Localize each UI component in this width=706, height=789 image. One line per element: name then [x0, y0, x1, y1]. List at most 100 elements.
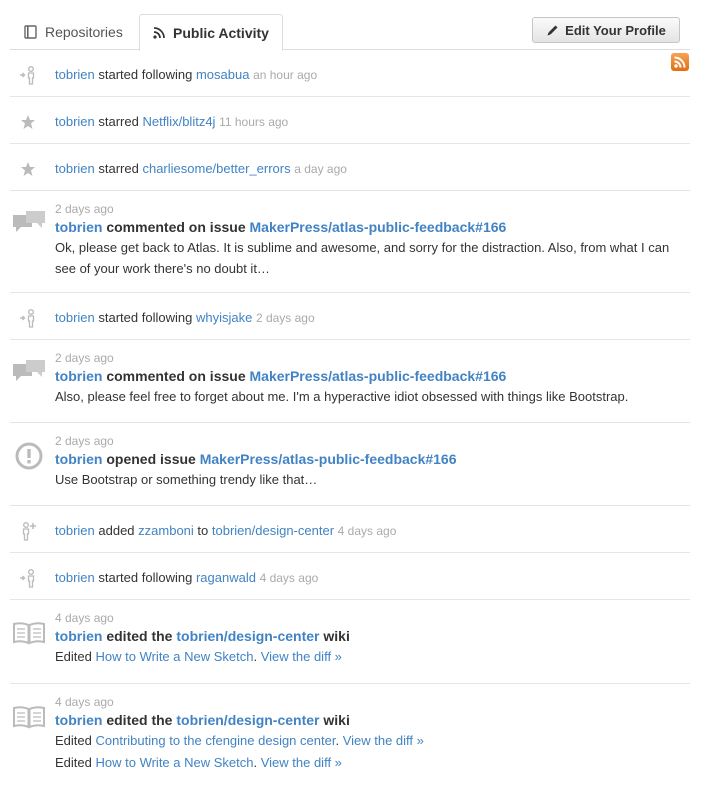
wiki-page-link[interactable]: How to Write a New Sketch: [96, 755, 254, 770]
feed-item: 4 days ago tobrien edited the tobrien/de…: [10, 600, 690, 684]
star-icon: [16, 111, 40, 133]
timestamp: 2 days ago: [55, 351, 114, 365]
rss-feed-icon: [153, 26, 165, 39]
feed-item-title: tobrien commented on issue MakerPress/at…: [55, 367, 690, 385]
issue-link[interactable]: MakerPress/atlas-public-feedback#166: [200, 451, 457, 467]
timestamp: 2 days ago: [55, 202, 114, 216]
action-text: starred: [98, 114, 139, 129]
timestamp: 2 days ago: [255, 311, 315, 325]
feed-item-text: tobrien started following raganwald 4 da…: [55, 570, 318, 585]
tab-public-activity[interactable]: Public Activity: [139, 14, 283, 51]
feed-item-text: tobrien added zzamboni to tobrien/design…: [55, 523, 396, 538]
timestamp: 4 days ago: [337, 524, 397, 538]
edited-label: Edited: [55, 733, 92, 748]
activity-feed: tobrien started following mosabua an hou…: [10, 50, 690, 786]
target-link[interactable]: whyisjake: [196, 310, 252, 325]
feed-item: tobrien started following raganwald 4 da…: [10, 553, 690, 600]
repo-link[interactable]: tobrien/design-center: [176, 628, 319, 644]
actor-link[interactable]: tobrien: [55, 451, 102, 467]
comment-icon: [12, 209, 46, 239]
issue-excerpt: Use Bootstrap or something trendy like t…: [55, 472, 318, 487]
feed-item-text: tobrien starred charliesome/better_error…: [55, 161, 347, 176]
feed-item: 4 days ago tobrien edited the tobrien/de…: [10, 684, 690, 786]
tab-public-activity-label: Public Activity: [173, 24, 269, 41]
actor-link[interactable]: tobrien: [55, 67, 95, 82]
edit-profile-button[interactable]: Edit Your Profile: [532, 17, 680, 43]
feed-item-title: tobrien opened issue MakerPress/atlas-pu…: [55, 450, 690, 468]
action-text: added: [98, 523, 135, 538]
follow-icon: [16, 64, 40, 86]
wiki-page-link[interactable]: Contributing to the cfengine design cent…: [96, 733, 336, 748]
target-link[interactable]: charliesome/better_errors: [142, 161, 290, 176]
feed-item-text: tobrien starred Netflix/blitz4j 11 hours…: [55, 114, 288, 129]
feed-item-title: tobrien edited the tobrien/design-center…: [55, 627, 690, 645]
repo-link[interactable]: tobrien/design-center: [176, 712, 319, 728]
star-icon: [16, 158, 40, 180]
timestamp: 4 days ago: [259, 571, 319, 585]
action-text: starred: [98, 161, 139, 176]
feed-item: tobrien starred charliesome/better_error…: [10, 144, 690, 191]
actor-link[interactable]: tobrien: [55, 570, 95, 585]
feed-item: tobrien started following mosabua an hou…: [10, 50, 690, 97]
feed-item: 2 days ago tobrien commented on issue Ma…: [10, 340, 690, 423]
actor-link[interactable]: tobrien: [55, 712, 102, 728]
comment-excerpt: Also, please feel free to forget about m…: [55, 389, 629, 404]
feed-item-title: tobrien edited the tobrien/design-center…: [55, 711, 690, 729]
wiki-icon: [12, 702, 46, 732]
follow-icon: [16, 567, 40, 589]
actor-link[interactable]: tobrien: [55, 523, 95, 538]
actor-link[interactable]: tobrien: [55, 114, 95, 129]
comment-excerpt: Ok, please get back to Atlas. It is subl…: [55, 240, 670, 276]
action-text: opened issue: [106, 451, 196, 467]
timestamp: a day ago: [294, 162, 347, 176]
issue-link[interactable]: MakerPress/atlas-public-feedback#166: [250, 368, 507, 384]
action-text: started following: [98, 67, 193, 82]
action-text: commented on issue: [106, 368, 246, 384]
edited-label: Edited: [55, 755, 92, 770]
issue-link[interactable]: MakerPress/atlas-public-feedback#166: [250, 219, 507, 235]
action-text: commented on issue: [106, 219, 246, 235]
feed-item: tobrien added zzamboni to tobrien/design…: [10, 506, 690, 553]
target-link[interactable]: Netflix/blitz4j: [142, 114, 215, 129]
action-text: edited the: [106, 712, 173, 728]
edit-profile-label: Edit Your Profile: [565, 22, 666, 38]
wiki-edit-line: Edited Contributing to the cfengine desi…: [55, 733, 424, 748]
issue-opened-icon: [12, 441, 46, 471]
view-diff-link[interactable]: View the diff »: [343, 733, 424, 748]
action-text: started following: [98, 570, 193, 585]
feed-item-text: tobrien started following whyisjake 2 da…: [55, 310, 315, 325]
feed-item: tobrien started following whyisjake 2 da…: [10, 293, 690, 340]
view-diff-link[interactable]: View the diff »: [261, 649, 342, 664]
target-link[interactable]: raganwald: [196, 570, 256, 585]
actor-link[interactable]: tobrien: [55, 628, 102, 644]
repo-link[interactable]: tobrien/design-center: [212, 523, 334, 538]
timestamp: 4 days ago: [55, 611, 114, 625]
tab-repositories[interactable]: Repositories: [14, 14, 133, 50]
wiki-page-link[interactable]: How to Write a New Sketch: [96, 649, 254, 664]
wiki-label: wiki: [323, 628, 350, 644]
actor-link[interactable]: tobrien: [55, 310, 95, 325]
actor-link[interactable]: tobrien: [55, 368, 102, 384]
view-diff-link[interactable]: View the diff »: [261, 755, 342, 770]
actor-link[interactable]: tobrien: [55, 161, 95, 176]
feed-item: 2 days ago tobrien commented on issue Ma…: [10, 191, 690, 293]
action-text: started following: [98, 310, 193, 325]
preposition-text: to: [197, 523, 209, 538]
member-added-icon: [16, 520, 40, 542]
member-link[interactable]: zzamboni: [138, 523, 194, 538]
timestamp: an hour ago: [253, 68, 318, 82]
pencil-icon: [546, 24, 559, 37]
feed-item-title: tobrien commented on issue MakerPress/at…: [55, 218, 690, 236]
target-link[interactable]: mosabua: [196, 67, 249, 82]
feed-item: tobrien starred Netflix/blitz4j 11 hours…: [10, 97, 690, 144]
feed-item: 2 days ago tobrien opened issue MakerPre…: [10, 423, 690, 506]
edited-label: Edited: [55, 649, 92, 664]
wiki-icon: [12, 618, 46, 648]
timestamp: 4 days ago: [55, 695, 114, 709]
actor-link[interactable]: tobrien: [55, 219, 102, 235]
action-text: edited the: [106, 628, 173, 644]
timestamp: 11 hours ago: [219, 115, 289, 129]
repo-book-icon: [24, 24, 37, 40]
feed-item-text: tobrien started following mosabua an hou…: [55, 67, 317, 82]
timestamp: 2 days ago: [55, 434, 114, 448]
